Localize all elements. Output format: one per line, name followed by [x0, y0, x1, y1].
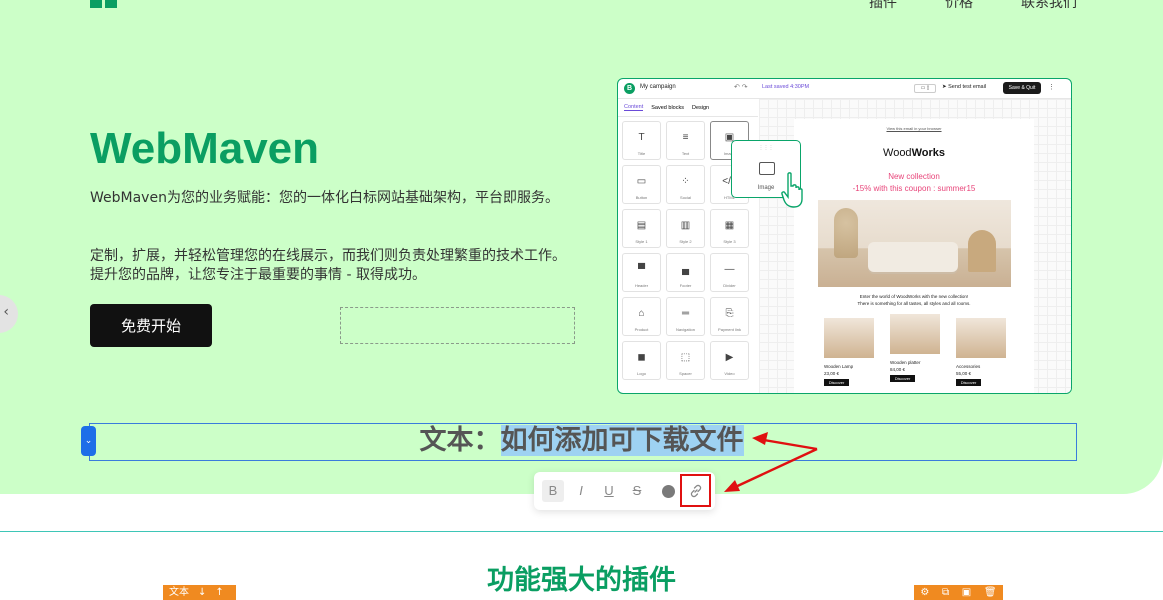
email-product-3: Accessories 55,00 € Discover	[956, 318, 1008, 386]
brevo-logo-icon: B	[624, 83, 635, 94]
email-intro: Enter the world of WoodWorks with the ne…	[857, 294, 971, 306]
block-title: T Title	[622, 121, 661, 160]
image-icon	[759, 162, 775, 175]
device-toggle-icon: ▭ ▯	[914, 84, 936, 93]
block-spacer: ⬚ Spacer	[666, 341, 705, 380]
block-header: ▀ Header	[622, 253, 661, 292]
highlighted-selection: 如何添加可下载文件	[500, 425, 744, 456]
email-product-2: Wooden platter 84,00 € Discover	[890, 314, 942, 382]
editor-tabs: Content Saved blocks Design	[618, 99, 758, 117]
email-product-1: Wooden Lamp 23,00 € Discover	[824, 318, 876, 386]
underline-button[interactable]: U	[598, 480, 620, 502]
bold-button[interactable]: B	[542, 480, 564, 502]
save-icon[interactable]: ▣	[962, 585, 971, 600]
block-video: ▶ Video	[710, 341, 749, 380]
hand-cursor-icon	[781, 172, 803, 208]
hero-description-2: 定制，扩展，并轻松管理您的在线展示，而我们则负责处理繁重的技术工作。提升您的品牌…	[90, 248, 566, 283]
send-test-button: ➤ Send test email	[942, 84, 987, 90]
editor-screenshot: B My campaign ↶ ↷ Last saved 4:30PM ▭ ▯ …	[617, 78, 1072, 394]
delete-icon[interactable]: 🗑	[984, 585, 997, 600]
block-product: ⌂ Product	[622, 297, 661, 336]
save-quit-button: Save & Quit	[1003, 82, 1041, 94]
tab-design: Design	[691, 104, 710, 111]
tab-saved-blocks: Saved blocks	[651, 104, 684, 111]
text-block-badge[interactable]: 文本 ↓ ↑	[163, 585, 236, 600]
editor-topbar: B My campaign ↶ ↷ Last saved 4:30PM ▭ ▯ …	[618, 79, 1071, 99]
section-divider	[0, 531, 1163, 532]
text-color-button[interactable]	[657, 480, 679, 502]
email-hero-image	[818, 200, 1011, 287]
undo-redo-icon: ↶ ↷	[734, 84, 748, 91]
block-payment-link: ⎘ Payment link	[710, 297, 749, 336]
strikethrough-button[interactable]: S	[626, 480, 648, 502]
italic-button[interactable]: I	[570, 480, 592, 502]
email-preview: View this email in your browser WoodWork…	[794, 119, 1034, 393]
start-free-button[interactable]: 免费开始	[90, 304, 212, 347]
block-footer: ▄ Footer	[666, 253, 705, 292]
email-new-collection: New collection	[888, 172, 940, 181]
move-down-icon[interactable]: ↓	[198, 585, 206, 600]
block-navigation: ═ Navigation	[666, 297, 705, 336]
hero-description-1: WebMaven为您的业务赋能：您的一体化白标网站基础架构，平台即服务。	[90, 190, 559, 206]
selected-heading-text[interactable]: 文本：如何添加可下载文件	[0, 424, 1163, 458]
settings-icon[interactable]: ⚙	[920, 585, 929, 600]
copy-icon[interactable]: ⧉	[942, 585, 949, 600]
block-logo: ◼ Logo	[622, 341, 661, 380]
color-dot-icon	[661, 485, 675, 499]
tab-content: Content	[624, 104, 644, 111]
logo-icon	[90, 0, 118, 12]
block-text: ≡ Text	[666, 121, 705, 160]
saved-status: Last saved 4:30PM	[762, 84, 810, 90]
page-root: 插件 价格 联系我们 WebMaven WebMaven为您的业务赋能：您的一体…	[0, 0, 1163, 600]
more-icon: ⋮	[1048, 84, 1055, 91]
nav-item-pricing[interactable]: 价格	[945, 0, 973, 12]
block-social: ⁘ Social	[666, 165, 705, 204]
nav-item-contact[interactable]: 联系我们	[1021, 0, 1077, 12]
hero-title: WebMaven	[90, 124, 320, 173]
block-actions-badge[interactable]: ⚙ ⧉ ▣ 🗑	[914, 585, 1003, 600]
email-view-link: View this email in your browser	[886, 126, 942, 131]
block-style-3: ▦ Style 3	[710, 209, 749, 248]
block-style-1: ▤ Style 1	[622, 209, 661, 248]
block-divider: — Divider	[710, 253, 749, 292]
move-up-icon[interactable]: ↑	[215, 585, 223, 600]
chevron-left-icon: ‹	[3, 304, 9, 320]
email-coupon: -15% with this coupon : summer15	[852, 184, 976, 193]
link-button-highlight	[680, 474, 711, 507]
email-brand: WoodWorks	[883, 147, 945, 159]
block-button: ▭ Button	[622, 165, 661, 204]
top-nav: 插件 价格 联系我们	[869, 0, 1077, 12]
campaign-name: My campaign	[640, 84, 676, 90]
empty-drop-zone[interactable]	[340, 307, 575, 344]
nav-item-plugins[interactable]: 插件	[869, 0, 897, 12]
block-style-2: ▥ Style 2	[666, 209, 705, 248]
